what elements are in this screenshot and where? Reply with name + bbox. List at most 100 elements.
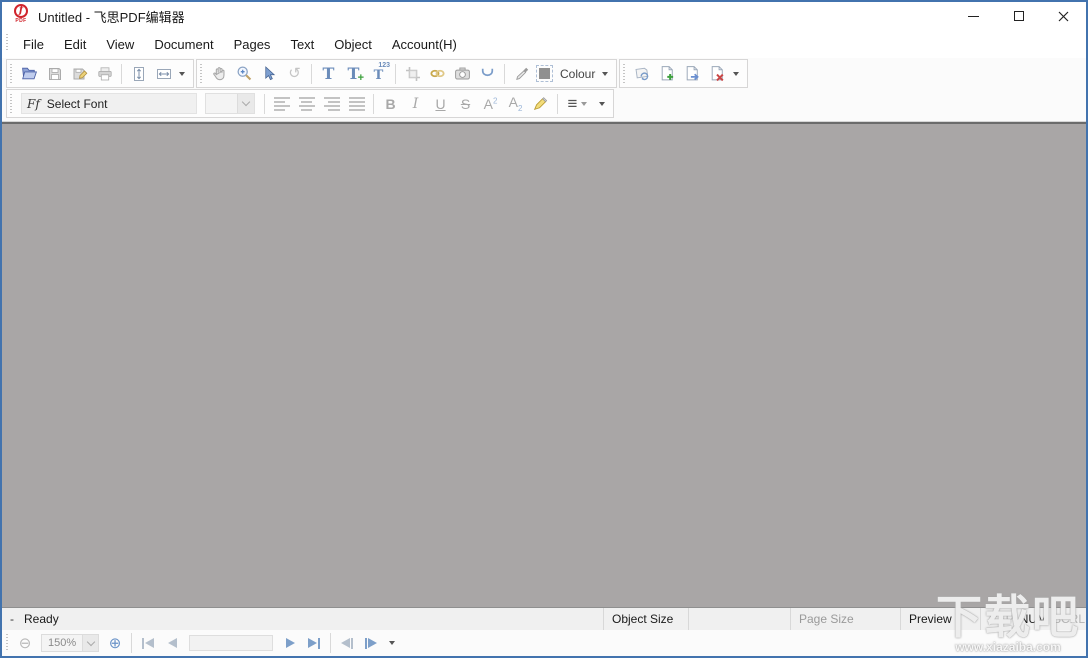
zoom-tool-button[interactable] <box>232 62 257 86</box>
align-right-button[interactable] <box>319 92 344 116</box>
object-size-cell: Object Size <box>603 608 688 630</box>
bar-icon <box>365 638 367 649</box>
next-page-button[interactable] <box>278 633 302 653</box>
toolbar-grip[interactable] <box>6 634 9 652</box>
separator <box>121 64 122 84</box>
page-number-input[interactable] <box>189 635 273 651</box>
align-justify-button[interactable] <box>344 92 369 116</box>
rotate-page-button[interactable] <box>630 62 655 86</box>
export-page-icon <box>684 65 701 82</box>
zoom-out-button[interactable]: ⊖ <box>13 633 37 653</box>
line-style-chevron <box>581 102 587 106</box>
rotate-icon: ↺ <box>288 66 301 81</box>
rotate-page-icon <box>634 65 651 82</box>
title-bar[interactable]: f PDF Untitled - 飞思PDF编辑器 <box>2 2 1086 30</box>
hand-tool-button[interactable] <box>207 62 232 86</box>
menu-edit[interactable]: Edit <box>54 33 96 56</box>
minimize-button[interactable] <box>951 2 996 30</box>
save-button[interactable] <box>42 62 67 86</box>
image-button[interactable] <box>450 62 475 86</box>
align-left-button[interactable] <box>269 92 294 116</box>
menu-pages[interactable]: Pages <box>224 33 281 56</box>
bold-button[interactable]: B <box>378 92 403 116</box>
navigation-toolbar-dropdown[interactable] <box>389 641 395 645</box>
font-select-input[interactable]: Ff Select Font <box>21 93 197 114</box>
menu-view[interactable]: View <box>96 33 144 56</box>
colour-button[interactable] <box>534 62 555 86</box>
menu-text[interactable]: Text <box>280 33 324 56</box>
strikethrough-button[interactable]: S <box>453 92 478 116</box>
chain-link-icon <box>429 65 446 82</box>
last-page-button[interactable] <box>302 633 326 653</box>
rotate-tool-button[interactable]: ↺ <box>282 62 307 86</box>
colour-swatch <box>539 68 550 79</box>
subscript-button[interactable]: A2 <box>503 92 528 116</box>
zoom-level-dropdown[interactable] <box>82 635 98 651</box>
document-canvas[interactable] <box>2 122 1086 608</box>
toolbar-grip[interactable] <box>200 64 203 83</box>
highlight-button[interactable] <box>528 92 553 116</box>
fit-height-button[interactable] <box>126 62 151 86</box>
delete-page-button[interactable] <box>705 62 730 86</box>
text-tool-button[interactable]: T <box>316 62 341 86</box>
next-view-button[interactable] <box>359 633 383 653</box>
file-toolbar-dropdown[interactable] <box>179 72 185 76</box>
menu-document[interactable]: Document <box>144 33 223 56</box>
minimize-icon <box>968 16 979 17</box>
pages-toolbar-dropdown[interactable] <box>733 72 739 76</box>
select-tool-button[interactable] <box>257 62 282 86</box>
curve-button[interactable] <box>475 62 500 86</box>
print-button[interactable] <box>92 62 117 86</box>
first-page-button[interactable] <box>136 633 160 653</box>
scroll-lock-indicator: SCRL <box>1053 612 1085 626</box>
page-size-cell: Page Size <box>790 608 900 630</box>
font-size-dropdown[interactable] <box>237 94 254 113</box>
toolbar-grip[interactable] <box>10 64 13 83</box>
printer-icon <box>97 66 113 82</box>
previous-view-button[interactable] <box>335 633 359 653</box>
add-text-button[interactable]: T + <box>341 62 366 86</box>
menu-object[interactable]: Object <box>324 33 382 56</box>
zoom-in-button[interactable]: ⊕ <box>103 633 127 653</box>
underline-button[interactable]: U <box>428 92 453 116</box>
align-right-icon <box>324 97 340 111</box>
plus-badge-icon: + <box>358 73 364 84</box>
save-as-button[interactable] <box>67 62 92 86</box>
open-file-button[interactable] <box>17 62 42 86</box>
line-style-button[interactable]: ≡ <box>562 92 596 116</box>
superscript-button[interactable]: A2 <box>478 92 503 116</box>
triangle-left-icon <box>145 638 154 648</box>
menu-account[interactable]: Account(H) <box>382 33 467 56</box>
menu-bar: File Edit View Document Pages Text Objec… <box>2 30 1086 58</box>
italic-button[interactable]: I <box>403 92 428 116</box>
fit-width-button[interactable] <box>151 62 176 86</box>
edit-text-button[interactable]: T 123 <box>366 62 391 86</box>
close-button[interactable] <box>1041 2 1086 30</box>
menubar-grip[interactable] <box>6 34 9 52</box>
font-size-combo[interactable] <box>205 93 255 114</box>
sup-base: A <box>484 96 493 112</box>
page-size-label: Page Size <box>799 612 854 626</box>
maximize-button[interactable] <box>996 2 1041 30</box>
last-page-icon <box>318 638 320 649</box>
link-button[interactable] <box>425 62 450 86</box>
align-justify-icon <box>349 97 365 111</box>
menu-file[interactable]: File <box>13 33 54 56</box>
preview-label: Preview <box>909 612 952 626</box>
toolbar-grip[interactable] <box>10 94 13 113</box>
add-page-button[interactable] <box>655 62 680 86</box>
crop-button[interactable] <box>400 62 425 86</box>
export-page-button[interactable] <box>680 62 705 86</box>
toolbar-grip[interactable] <box>623 64 626 83</box>
sub-exp: 2 <box>518 104 522 113</box>
caps-lock-indicator: CAP <box>989 612 1014 626</box>
align-center-button[interactable] <box>294 92 319 116</box>
previous-page-button[interactable] <box>160 633 184 653</box>
colour-dropdown[interactable] <box>602 72 608 76</box>
navigation-toolbar: ⊖ 150% ⊕ <box>2 630 1086 656</box>
zoom-level-combo[interactable]: 150% <box>41 634 99 652</box>
bold-icon: B <box>385 96 395 112</box>
format-toolbar-dropdown[interactable] <box>599 102 605 106</box>
eyedropper-button[interactable] <box>509 62 534 86</box>
separator <box>504 64 505 84</box>
